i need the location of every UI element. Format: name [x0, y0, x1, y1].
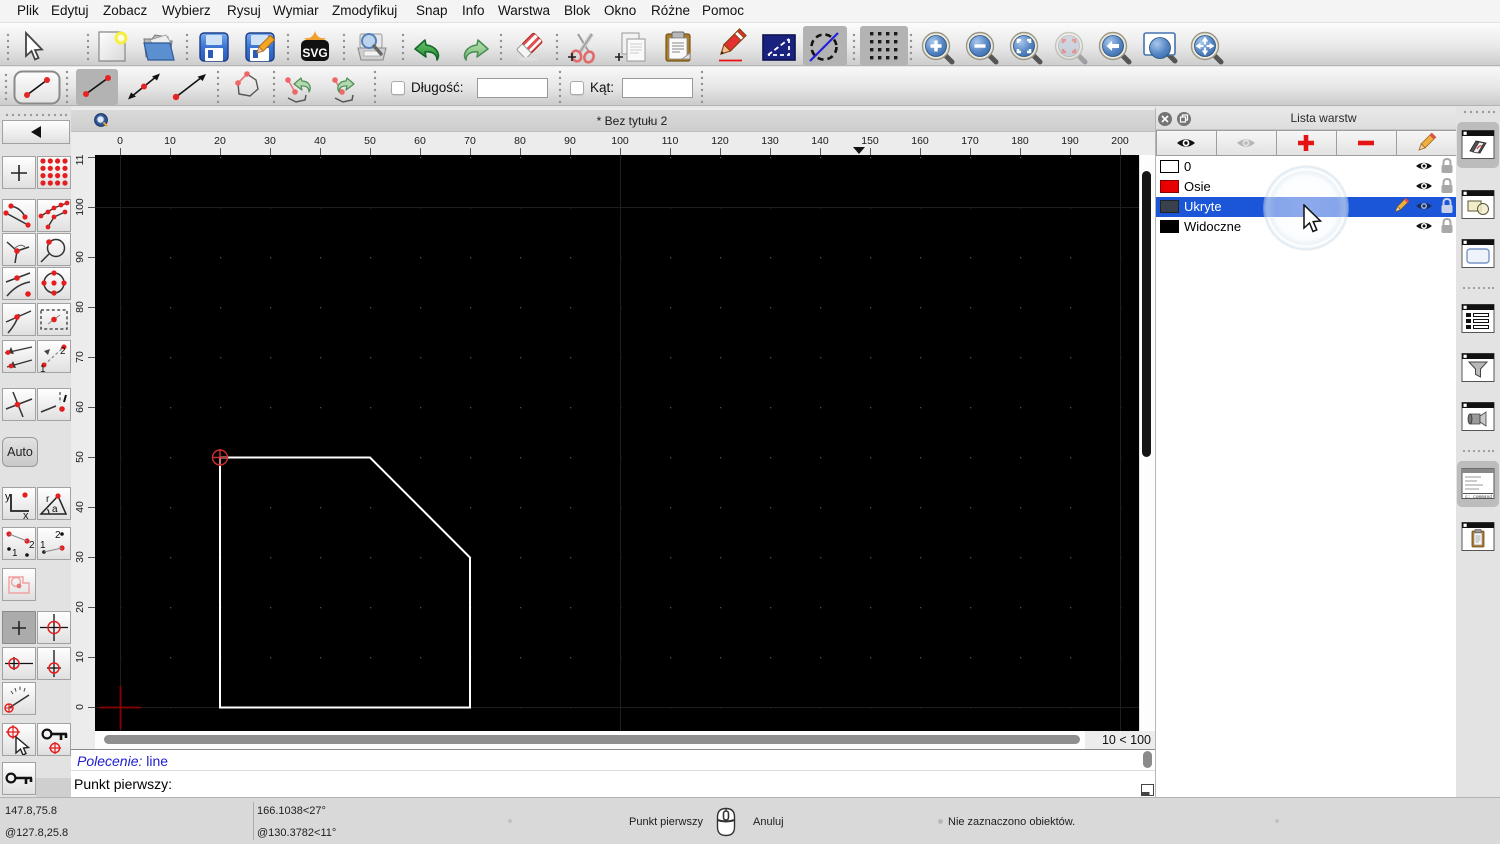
svg-text:Widoczne: Widoczne: [1184, 219, 1241, 234]
svg-text:a: a: [52, 504, 58, 515]
svg-text:1: 1: [40, 540, 46, 551]
svg-text:200: 200: [1111, 135, 1129, 147]
svg-text:c:_command: c:_command: [1465, 494, 1492, 500]
svg-text:30: 30: [74, 551, 86, 563]
svg-text:70: 70: [74, 351, 86, 363]
svg-text:120: 120: [711, 135, 729, 147]
svg-text:1: 1: [40, 364, 46, 372]
svg-text:2: 2: [60, 346, 66, 357]
svg-text:30: 30: [264, 135, 276, 147]
svg-text:10: 10: [74, 651, 86, 663]
svg-text:190: 190: [1061, 135, 1079, 147]
svg-text:2: 2: [29, 540, 35, 551]
svg-text:170: 170: [961, 135, 979, 147]
svg-text:Ukryte: Ukryte: [1184, 199, 1222, 214]
svg-text:140: 140: [811, 135, 829, 147]
svg-text:0: 0: [1184, 159, 1191, 174]
svg-text:x: x: [23, 510, 29, 519]
svg-text:20: 20: [214, 135, 226, 147]
svg-text:130: 130: [761, 135, 779, 147]
svg-text:100: 100: [74, 198, 86, 216]
svg-text:70: 70: [464, 135, 476, 147]
svg-text:40: 40: [314, 135, 326, 147]
svg-text:60: 60: [414, 135, 426, 147]
svg-text:180: 180: [1011, 135, 1029, 147]
svg-text:Osie: Osie: [1184, 179, 1211, 194]
svg-text:50: 50: [364, 135, 376, 147]
svg-text:150: 150: [861, 135, 879, 147]
svg-text:100: 100: [611, 135, 629, 147]
svg-text:110: 110: [74, 155, 86, 165]
svg-text:y: y: [5, 491, 11, 503]
svg-text:2: 2: [55, 530, 61, 541]
svg-text:90: 90: [74, 251, 86, 263]
svg-text:160: 160: [911, 135, 929, 147]
svg-text:80: 80: [74, 301, 86, 313]
svg-text:0: 0: [117, 135, 123, 147]
svg-text:40: 40: [74, 501, 86, 513]
svg-text:1: 1: [12, 548, 18, 559]
svg-text:20: 20: [74, 601, 86, 613]
svg-text:r: r: [46, 494, 50, 505]
svg-text:90: 90: [564, 135, 576, 147]
svg-text:80: 80: [514, 135, 526, 147]
svg-text:10: 10: [164, 135, 176, 147]
svg-text:60: 60: [74, 401, 86, 413]
svg-text:0: 0: [74, 704, 86, 710]
svg-text:50: 50: [74, 451, 86, 463]
svg-text:SVG: SVG: [302, 46, 327, 60]
svg-text:110: 110: [662, 135, 679, 147]
